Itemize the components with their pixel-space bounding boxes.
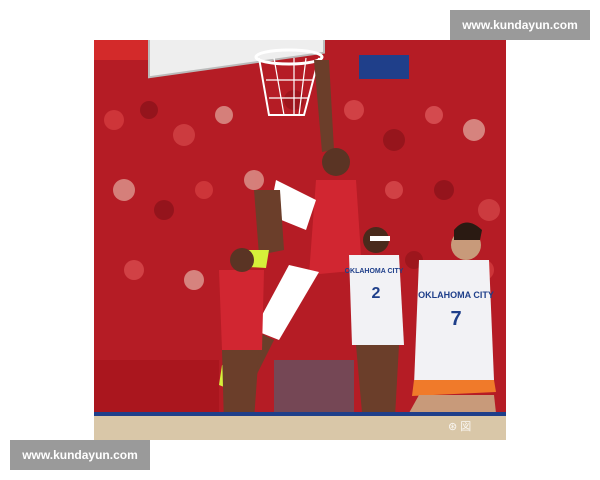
- jersey-7-number: 7: [450, 308, 461, 330]
- photo-credit-mark: ⊛ 図: [448, 421, 472, 433]
- game-photo: OKLAHOMA CITY 2 OKLAHOMA CITY 7 ⊛ 図: [94, 40, 506, 440]
- watermark-bottom-text: www.kundayun.com: [22, 448, 138, 462]
- watermark-bottom: www.kundayun.com: [10, 440, 150, 470]
- watermark-top-text: www.kundayun.com: [462, 18, 578, 32]
- jersey-7-text: OKLAHOMA CITY: [418, 290, 494, 300]
- jersey-2-number: 2: [372, 285, 381, 302]
- game-photo-graphic: OKLAHOMA CITY 2 OKLAHOMA CITY 7: [94, 40, 506, 440]
- watermark-top: www.kundayun.com: [450, 10, 590, 40]
- jersey-2-text: OKLAHOMA CITY: [345, 268, 404, 275]
